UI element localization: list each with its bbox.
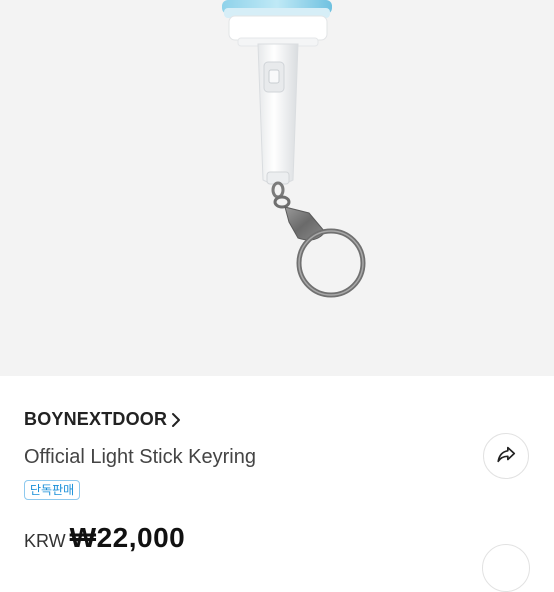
price-row: KRW ₩22,000 [24,522,185,554]
product-image[interactable] [0,0,554,376]
artist-link[interactable]: BOYNEXTDOOR [24,409,181,430]
product-title: Official Light Stick Keyring [24,446,256,468]
product-info-panel: BOYNEXTDOOR Official Light Stick Keyring… [0,376,554,592]
currency-label: KRW [24,531,66,551]
artist-name: BOYNEXTDOOR [24,409,168,429]
exclusive-sale-badge: 단독판매 [24,480,81,500]
share-button[interactable] [483,433,529,479]
light-stick-keyring-illustration [222,0,366,298]
chevron-right-icon [171,412,181,428]
share-icon [495,443,517,470]
wishlist-button[interactable] [482,544,530,592]
price-value: ₩22,000 [69,522,186,553]
